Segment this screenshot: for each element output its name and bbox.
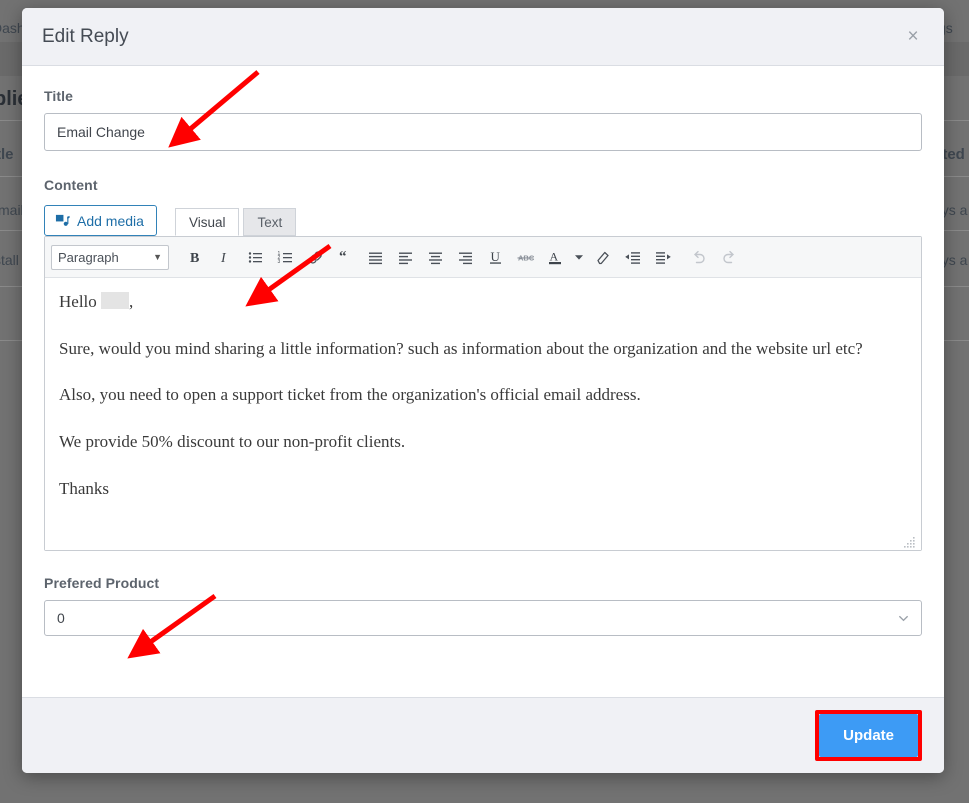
chevron-down-icon: ▼ [153, 252, 162, 262]
content-editor: Paragraph ▼ B I 1 2 3 “ U ABC A Hello , … [44, 236, 922, 551]
prefered-product-value: 0 [57, 610, 65, 626]
modal-title: Edit Reply [42, 25, 129, 47]
text-color-caret-icon[interactable] [571, 243, 587, 271]
svg-text:B: B [190, 251, 199, 265]
bg-fragment: mail [0, 202, 24, 218]
italic-icon[interactable]: I [211, 243, 239, 271]
add-media-button[interactable]: Add media [44, 205, 157, 236]
bg-fragment: tle [0, 146, 14, 163]
link-icon[interactable] [301, 243, 329, 271]
title-field-label: Title [44, 88, 74, 104]
update-button-highlight: Update [815, 710, 922, 761]
editor-content-area[interactable]: Hello , Sure, would you mind sharing a l… [45, 278, 921, 550]
chevron-down-icon [896, 611, 911, 626]
modal-body: Title Content Add media Visual Text [22, 66, 944, 697]
strikethrough-icon[interactable]: ABC [511, 243, 539, 271]
align-right-icon[interactable] [451, 243, 479, 271]
svg-text:A: A [549, 249, 558, 263]
outdent-icon[interactable] [619, 243, 647, 271]
editor-paragraph: Thanks [59, 478, 110, 498]
editor-paragraph: We provide 50% discount to our non-profi… [59, 431, 406, 451]
svg-text:U: U [490, 249, 500, 264]
bg-fragment: Dash [0, 20, 25, 36]
clear-formatting-icon[interactable] [589, 243, 617, 271]
editor-mode-tabs: Visual Text [174, 208, 297, 236]
modal-footer: Update [22, 697, 944, 773]
align-center-icon[interactable] [421, 243, 449, 271]
prefered-product-select[interactable]: 0 [44, 600, 922, 636]
tab-text[interactable]: Text [243, 208, 297, 236]
tab-visual[interactable]: Visual [174, 208, 240, 236]
numbered-list-icon[interactable]: 1 2 3 [271, 243, 299, 271]
modal-header: Edit Reply × [22, 8, 944, 66]
align-left-icon[interactable] [391, 243, 419, 271]
content-field-label: Content [44, 177, 98, 193]
editor-paragraph: Sure, would you mind sharing a little in… [59, 338, 863, 358]
editor-resize-handle[interactable] [903, 532, 917, 548]
svg-text:I: I [220, 251, 227, 265]
editor-paragraph: Also, you need to open a support ticket … [59, 385, 641, 405]
add-media-icon [55, 213, 70, 228]
close-icon[interactable]: × [900, 24, 926, 50]
bg-fragment: stall [0, 252, 19, 268]
edit-reply-modal: Edit Reply × Title Content Add media [22, 8, 944, 773]
paragraph-text-after: , [129, 292, 134, 311]
undo-icon[interactable] [685, 243, 713, 271]
format-select-value: Paragraph [58, 249, 119, 265]
underline-icon[interactable]: U [481, 243, 509, 271]
text-color-icon[interactable]: A [541, 243, 569, 271]
redo-icon[interactable] [715, 243, 743, 271]
editor-toolbar: Paragraph ▼ B I 1 2 3 “ U ABC A [45, 237, 921, 278]
blockquote-icon[interactable]: “ [331, 243, 359, 271]
editor-paragraph: Hello , [59, 290, 907, 315]
paragraph-text-before: Hello [59, 292, 97, 311]
redacted-block [101, 292, 130, 309]
indent-icon[interactable] [649, 243, 677, 271]
add-media-label: Add media [77, 212, 144, 229]
svg-text:3: 3 [277, 259, 280, 265]
title-input[interactable] [44, 113, 922, 151]
format-select[interactable]: Paragraph ▼ [51, 244, 169, 270]
bulleted-list-icon[interactable] [241, 243, 269, 271]
editor-topbar: Add media Visual Text [44, 202, 922, 236]
bold-icon[interactable]: B [181, 243, 209, 271]
svg-text:“: “ [339, 249, 347, 265]
align-justify-icon[interactable] [361, 243, 389, 271]
prefered-product-label: Prefered Product [44, 575, 160, 591]
update-button[interactable]: Update [819, 714, 918, 757]
